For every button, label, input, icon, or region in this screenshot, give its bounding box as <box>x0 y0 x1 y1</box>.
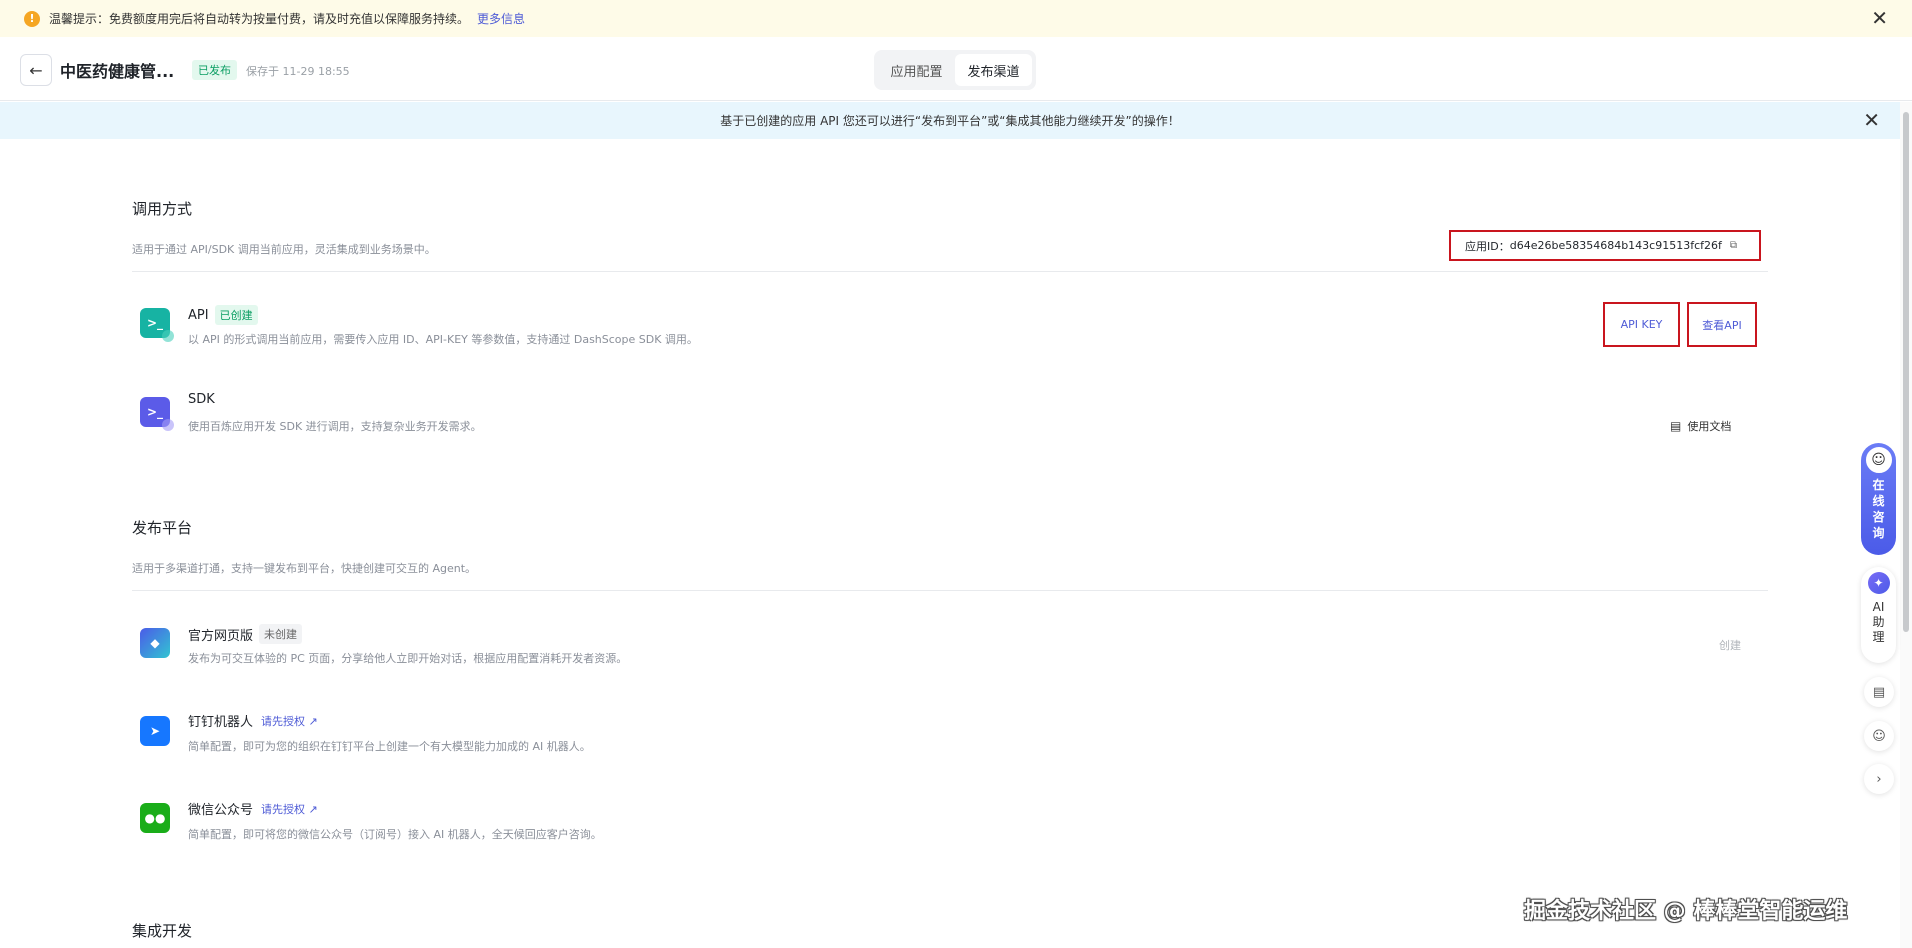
dingtalk-icon: ➤ <box>140 716 170 746</box>
app-id-label: 应用ID： <box>1465 239 1510 253</box>
warning-icon: ! <box>24 10 40 27</box>
section-title-invoke: 调用方式 <box>132 200 193 218</box>
web-row-title: 官方网页版 未创建 <box>188 624 303 644</box>
view-api-button[interactable]: 查看API <box>1687 302 1757 347</box>
section-desc-publish: 适用于多渠道打通，支持一键发布到平台，快捷创建可交互的 Agent。 <box>132 562 477 575</box>
divider <box>132 590 1768 591</box>
tab-switch: 应用配置 发布渠道 <box>874 50 1036 90</box>
notice-text: 温馨提示：免费额度用完后将自动转为按量付费，请及时充值以保障服务持续。 <box>49 12 470 26</box>
dingtalk-desc: 简单配置，即可为您的组织在钉钉平台上创建一个有大模型能力加成的 AI 机器人。 <box>188 740 591 753</box>
section-title-integrate: 集成开发 <box>132 922 193 940</box>
section-desc-invoke: 适用于通过 API/SDK 调用当前应用，灵活集成到业务场景中。 <box>132 243 436 256</box>
avatar: ☺ <box>1865 447 1892 473</box>
wechat-row-title: 微信公众号 请先授权 ↗ <box>188 799 318 819</box>
api-row-title: API 已创建 <box>188 305 258 325</box>
docs-link[interactable]: ▤ 使用文档 <box>1670 418 1731 434</box>
app-title: 中医药健康管... <box>60 62 175 81</box>
terminal-icon: >_ <box>140 308 174 342</box>
app-header: ← 中医药健康管... 已发布 保存于 11-29 18:55 应用配置 发布渠… <box>0 37 1912 101</box>
info-text: 基于已创建的应用 API 您还可以进行“发布到平台”或“集成其他能力继续开发”的… <box>720 114 1180 128</box>
watermark: 掘金技术社区 @ 棒棒堂智能运维 <box>1524 899 1848 924</box>
feedback-icon[interactable]: ☺ <box>1864 721 1894 751</box>
docs-label: 使用文档 <box>1687 420 1732 433</box>
api-desc: 以 API 的形式调用当前应用，需要传入应用 ID、API-KEY 等参数值，支… <box>188 333 698 346</box>
status-badge: 已发布 <box>192 60 237 80</box>
chevron-right-icon[interactable]: › <box>1864 764 1894 794</box>
document-icon: ▤ <box>1670 419 1682 433</box>
wechat-desc: 简单配置，即可将您的微信公众号（订阅号）接入 AI 机器人，全天候回应客户咨询。 <box>188 828 602 841</box>
back-button[interactable]: ← <box>20 54 52 86</box>
app-id-value: d64e26be58354684b143c91513fcf26f <box>1509 239 1722 252</box>
sparkle-icon: ✦ <box>1867 572 1890 594</box>
sdk-title: SDK <box>188 392 215 407</box>
web-desc: 发布为可交互体验的 PC 页面，分享给他人立即开始对话，根据应用配置消耗开发者资… <box>188 652 628 665</box>
authorize-link[interactable]: 请先授权 ↗ <box>261 801 318 817</box>
api-key-button[interactable]: API KEY <box>1603 302 1680 347</box>
document-icon[interactable]: ▤ <box>1864 677 1894 707</box>
created-badge: 已创建 <box>214 305 258 325</box>
create-button[interactable]: 创建 <box>1719 637 1741 653</box>
authorize-link[interactable]: 请先授权 ↗ <box>261 713 318 729</box>
top-notice-bar: ! 温馨提示：免费额度用完后将自动转为按量付费，请及时充值以保障服务持续。 更多… <box>0 0 1912 37</box>
wechat-title: 微信公众号 <box>188 803 254 818</box>
arrow-left-icon: ← <box>29 60 43 80</box>
dingtalk-row-title: 钉钉机器人 请先授权 ↗ <box>188 711 318 731</box>
copy-icon[interactable]: ⧉ <box>1730 240 1737 251</box>
terminal-icon: >_ <box>140 397 174 431</box>
not-created-badge: 未创建 <box>259 624 303 644</box>
ai-label: AI助理 <box>1872 600 1885 644</box>
web-title: 官方网页版 <box>188 628 254 644</box>
more-info-link[interactable]: 更多信息 <box>477 10 525 27</box>
online-consult-button[interactable]: ☺ 在线咨询 <box>1861 443 1896 555</box>
section-title-publish: 发布平台 <box>132 519 193 537</box>
consult-label: 在线咨询 <box>1872 478 1885 540</box>
close-icon[interactable]: ✕ <box>1871 8 1888 28</box>
scrollbar-thumb[interactable] <box>1903 112 1909 632</box>
close-icon[interactable]: ✕ <box>1863 110 1880 130</box>
dingtalk-title: 钉钉机器人 <box>188 715 254 730</box>
info-bar: 基于已创建的应用 API 您还可以进行“发布到平台”或“集成其他能力继续开发”的… <box>0 102 1900 139</box>
ai-assistant-button[interactable]: ✦ AI助理 <box>1861 567 1896 663</box>
sdk-desc: 使用百炼应用开发 SDK 进行调用，支持复杂业务开发需求。 <box>188 420 482 433</box>
wechat-icon: ●● <box>140 803 170 833</box>
saved-time: 保存于 11-29 18:55 <box>246 65 350 78</box>
divider <box>132 271 1768 272</box>
web-app-icon: ◆ <box>140 628 170 658</box>
api-title: API <box>188 307 209 323</box>
tab-publish-channel[interactable]: 发布渠道 <box>955 54 1032 86</box>
tab-app-config[interactable]: 应用配置 <box>878 54 955 86</box>
app-id-box: 应用ID： d64e26be58354684b143c91513fcf26f ⧉ <box>1449 230 1761 261</box>
